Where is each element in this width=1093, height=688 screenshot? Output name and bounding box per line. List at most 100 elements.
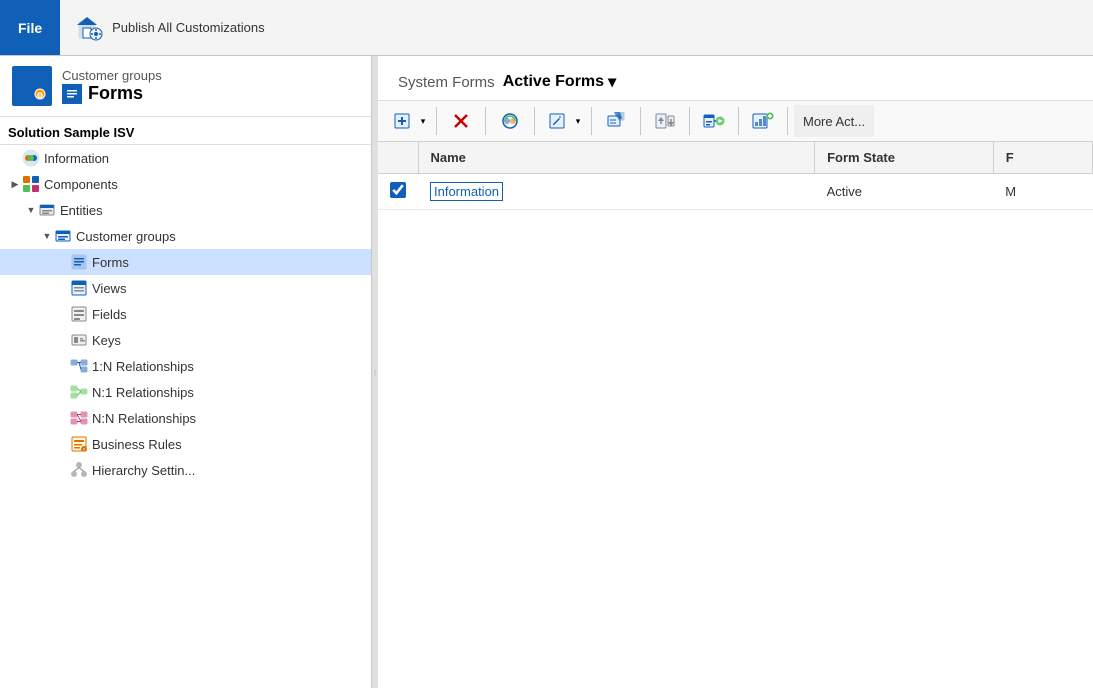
views-label: Views: [92, 281, 126, 296]
import-icon: [654, 112, 676, 130]
solution-label: Solution Sample ISV: [0, 117, 371, 145]
activate-button[interactable]: [492, 105, 528, 137]
fields-label: Fields: [92, 307, 127, 322]
table-header-row: Name Form State F: [378, 142, 1093, 174]
publish-button[interactable]: Publish All Customizations: [60, 0, 280, 55]
content-area: System Forms Active Forms ▾ ▾: [378, 56, 1093, 688]
toolbar-sep-7: [738, 107, 739, 135]
sidebar-item-hier-settings[interactable]: Hierarchy Settin...: [0, 457, 371, 483]
row-formstate-cell: Active: [815, 174, 994, 210]
edit-button-main[interactable]: [541, 105, 571, 137]
forms-icon: [62, 84, 82, 104]
row-checkbox[interactable]: [390, 182, 406, 198]
toggle-keys: [56, 333, 70, 347]
add-chart-icon: [752, 112, 774, 130]
tree-area: Information ▶ Components ▼: [0, 145, 371, 688]
sidebar-item-forms[interactable]: Forms: [0, 249, 371, 275]
toggle-customer-groups: ▼: [40, 229, 54, 243]
information-form-link[interactable]: Information: [430, 182, 503, 201]
table-row: Information Active M: [378, 174, 1093, 210]
system-forms-label: System Forms: [398, 74, 495, 91]
views-icon: [70, 279, 88, 297]
n1-rel-icon: [70, 383, 88, 401]
delete-button[interactable]: [443, 105, 479, 137]
keys-label: Keys: [92, 333, 121, 348]
publish-icon: [76, 14, 104, 42]
top-bar: File Publish All Customizations: [0, 0, 1093, 56]
fields-icon: [70, 305, 88, 323]
nn-rel-label: N:N Relationships: [92, 411, 196, 426]
sidebar-item-fields[interactable]: Fields: [0, 301, 371, 327]
sidebar-item-entities[interactable]: ▼ Entities: [0, 197, 371, 223]
edit-split-button[interactable]: ▾: [541, 105, 585, 137]
col-formstate-header[interactable]: Form State: [815, 142, 994, 174]
sidebar-item-components[interactable]: ▶ Components: [0, 171, 371, 197]
add-chart-button[interactable]: [745, 105, 781, 137]
col-checkbox: [378, 142, 418, 174]
customer-groups-label: Customer groups: [76, 229, 176, 244]
sidebar-header-text: Customer groups Forms: [62, 68, 162, 104]
toolbar: ▾: [378, 101, 1093, 142]
toggle-components: ▶: [8, 177, 22, 191]
form-title: Forms: [62, 83, 162, 104]
active-forms-dropdown[interactable]: Active Forms ▾: [503, 72, 616, 92]
toggle-n1-rel: [56, 385, 70, 399]
customer-groups-icon: [54, 227, 72, 245]
new-icon: [393, 112, 411, 130]
export-button[interactable]: [598, 105, 634, 137]
export-icon: [606, 112, 626, 130]
col-name-header[interactable]: Name: [418, 142, 815, 174]
1n-rel-label: 1:N Relationships: [92, 359, 194, 374]
sidebar-item-views[interactable]: Views: [0, 275, 371, 301]
sidebar-item-biz-rules[interactable]: ! Business Rules: [0, 431, 371, 457]
toolbar-sep-8: [787, 107, 788, 135]
import-button[interactable]: [647, 105, 683, 137]
toolbar-sep-5: [640, 107, 641, 135]
nn-rel-icon: [70, 409, 88, 427]
more-actions-button[interactable]: More Act...: [794, 105, 874, 137]
toggle-biz-rules: [56, 437, 70, 451]
new-split-button[interactable]: ▾: [386, 105, 430, 137]
row-formstate-value: Active: [827, 184, 862, 199]
form-state-label: Form State: [827, 150, 895, 165]
col-f-header[interactable]: F: [993, 142, 1092, 174]
sidebar-item-nn-rel[interactable]: N:N Relationships: [0, 405, 371, 431]
toolbar-sep-2: [485, 107, 486, 135]
file-button[interactable]: File: [0, 0, 60, 55]
edit-button-arrow[interactable]: ▾: [571, 105, 585, 137]
toolbar-sep-3: [534, 107, 535, 135]
toggle-forms: [56, 255, 70, 269]
forms-tree-icon: [70, 253, 88, 271]
sidebar-item-n1-rel[interactable]: N:1 Relationships: [0, 379, 371, 405]
sidebar-item-keys[interactable]: Keys: [0, 327, 371, 353]
row-f-cell: M: [993, 174, 1092, 210]
keys-icon: [70, 331, 88, 349]
new-button-arrow[interactable]: ▾: [416, 105, 430, 137]
run-workflows-button[interactable]: [696, 105, 732, 137]
toggle-entities: ▼: [24, 203, 38, 217]
1n-rel-icon: [70, 357, 88, 375]
components-label: Components: [44, 177, 118, 192]
sidebar-item-information[interactable]: Information: [0, 145, 371, 171]
run-workflows-icon: [703, 112, 725, 130]
toggle-fields: [56, 307, 70, 321]
biz-rules-icon: !: [70, 435, 88, 453]
dropdown-arrow: ▾: [608, 72, 616, 92]
information-label: Information: [44, 151, 109, 166]
toggle-views: [56, 281, 70, 295]
row-f-value: M: [1005, 184, 1016, 199]
information-icon: [22, 149, 40, 167]
sidebar-item-1n-rel[interactable]: 1:N Relationships: [0, 353, 371, 379]
table-area: Name Form State F: [378, 142, 1093, 688]
components-icon: [22, 175, 40, 193]
sidebar-item-customer-groups[interactable]: ▼ Customer groups: [0, 223, 371, 249]
toggle-information: [8, 151, 22, 165]
toggle-nn-rel: [56, 411, 70, 425]
toggle-hier-settings: [56, 463, 70, 477]
new-button-main[interactable]: [386, 105, 416, 137]
biz-rules-label: Business Rules: [92, 437, 182, 452]
toolbar-sep-6: [689, 107, 690, 135]
sidebar: ⚙ Customer groups Forms: [0, 56, 372, 688]
row-checkbox-cell[interactable]: [378, 174, 418, 210]
row-name-cell[interactable]: Information: [418, 174, 815, 210]
